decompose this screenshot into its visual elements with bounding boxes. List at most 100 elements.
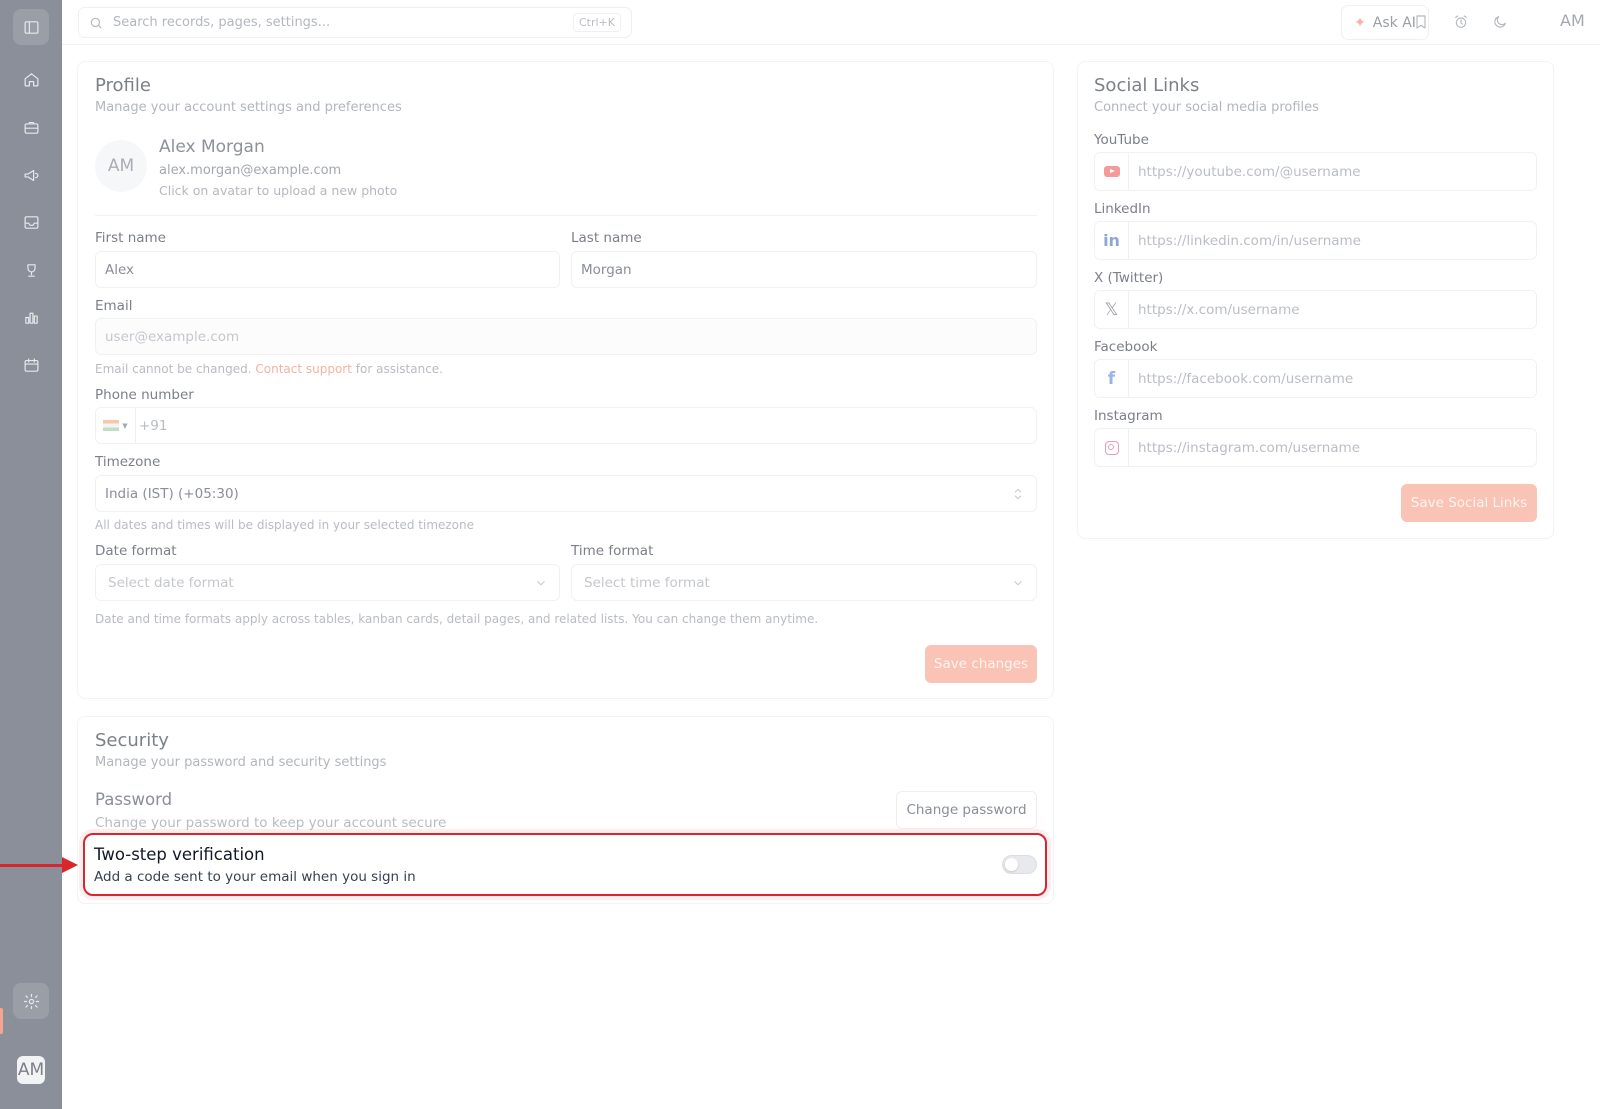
last-name-input[interactable]: Morgan [571, 251, 1037, 288]
last-name-value: Morgan [581, 261, 632, 278]
bookmark-icon[interactable] [1411, 12, 1431, 32]
twitter-label: X (Twitter) [1094, 270, 1164, 286]
profile-subtitle: Manage your account settings and prefere… [95, 100, 402, 115]
email-hint-prefix: Email cannot be changed. [95, 362, 252, 376]
moon-icon[interactable] [1490, 12, 1510, 32]
gear-icon[interactable] [13, 983, 49, 1019]
megaphone-icon[interactable] [13, 157, 49, 193]
instagram-input[interactable]: https://instagram.com/username [1094, 428, 1537, 467]
chevron-down-icon: ▼ [122, 421, 128, 430]
facebook-icon: f [1095, 360, 1129, 397]
social-subtitle: Connect your social media profiles [1094, 100, 1319, 115]
toggle-knob [1005, 858, 1018, 871]
email-input: user@example.com [95, 318, 1037, 355]
date-format-placeholder: Select date format [108, 574, 234, 591]
first-name-value: Alex [105, 261, 135, 278]
youtube-placeholder: https://youtube.com/@username [1138, 163, 1361, 180]
email-hint: Email cannot be changed. Contact support… [95, 362, 443, 376]
india-flag-icon [103, 420, 120, 431]
facebook-label: Facebook [1094, 339, 1158, 355]
email-hint-suffix: for assistance. [355, 362, 443, 376]
timezone-select[interactable]: India (IST) (+05:30) [95, 475, 1037, 512]
format-hint: Date and time formats apply across table… [95, 612, 819, 626]
user-avatar[interactable]: AM [1560, 11, 1585, 30]
facebook-placeholder: https://facebook.com/username [1138, 370, 1354, 387]
facebook-input[interactable]: f https://facebook.com/username [1094, 359, 1537, 398]
youtube-icon [1095, 153, 1129, 190]
change-password-button[interactable]: Change password [896, 791, 1037, 829]
first-name-input[interactable]: Alex [95, 251, 560, 288]
profile-name: Alex Morgan [159, 137, 265, 157]
x-icon: 𝕏 [1095, 291, 1129, 328]
two-step-title: Two-step verification [94, 845, 265, 864]
linkedin-input[interactable]: in https://linkedin.com/in/username [1094, 221, 1537, 260]
social-links-card: Social Links Connect your social media p… [1077, 61, 1554, 539]
annotation-arrow-head [62, 857, 78, 873]
country-select[interactable]: ▼ [96, 408, 136, 443]
timezone-hint: All dates and times will be displayed in… [95, 518, 475, 532]
twitter-placeholder: https://x.com/username [1138, 301, 1300, 318]
trophy-icon[interactable] [13, 252, 49, 288]
twitter-input[interactable]: 𝕏 https://x.com/username [1094, 290, 1537, 329]
bar-chart-icon[interactable] [13, 299, 49, 335]
time-format-placeholder: Select time format [584, 574, 710, 591]
phone-prefix: +91 [139, 417, 168, 434]
youtube-label: YouTube [1094, 132, 1149, 148]
youtube-input[interactable]: https://youtube.com/@username [1094, 152, 1537, 191]
date-format-select[interactable]: Select date format [95, 564, 560, 601]
save-changes-button[interactable]: Save changes [925, 645, 1037, 683]
two-step-verification-row [83, 833, 1047, 896]
calendar-icon[interactable] [13, 347, 49, 383]
social-title: Social Links [1094, 75, 1200, 96]
briefcase-icon[interactable] [13, 109, 49, 145]
active-indicator [0, 1008, 3, 1034]
timezone-value: India (IST) (+05:30) [105, 485, 239, 502]
linkedin-placeholder: https://linkedin.com/in/username [1138, 232, 1361, 249]
annotation-arrow-line [0, 864, 66, 867]
sidebar-toggle-icon[interactable] [13, 9, 49, 45]
sparkle-icon: ✦ [1354, 14, 1366, 31]
two-step-toggle[interactable] [1002, 855, 1037, 874]
profile-card: Profile Manage your account settings and… [77, 61, 1054, 699]
password-title: Password [95, 790, 173, 809]
timezone-label: Timezone [95, 454, 161, 470]
security-title: Security [95, 730, 169, 751]
search-input[interactable]: Search records, pages, settings... Ctrl+… [78, 7, 632, 38]
two-step-subtitle: Add a code sent to your email when you s… [94, 869, 416, 885]
divider [95, 215, 1037, 216]
time-format-label: Time format [571, 543, 654, 559]
inbox-icon[interactable] [13, 204, 49, 240]
password-subtitle: Change your password to keep your accoun… [95, 815, 447, 831]
security-subtitle: Manage your password and security settin… [95, 755, 387, 770]
time-format-select[interactable]: Select time format [571, 564, 1037, 601]
profile-email: alex.morgan@example.com [159, 163, 342, 178]
date-format-label: Date format [95, 543, 177, 559]
linkedin-icon: in [1095, 222, 1129, 259]
topbar: Search records, pages, settings... Ctrl+… [62, 0, 1600, 45]
sidebar: AM [0, 0, 62, 1109]
chevron-down-icon [1014, 580, 1022, 586]
first-name-label: First name [95, 230, 166, 246]
profile-title: Profile [95, 75, 151, 96]
chevron-updown-icon [1014, 488, 1022, 500]
last-name-label: Last name [571, 230, 642, 246]
phone-input[interactable]: ▼ +91 [95, 407, 1037, 444]
save-social-links-button[interactable]: Save Social Links [1401, 484, 1537, 522]
chevron-down-icon [537, 580, 545, 586]
search-placeholder: Search records, pages, settings... [113, 15, 331, 30]
search-icon [90, 17, 102, 29]
alarm-clock-icon[interactable] [1451, 12, 1471, 32]
phone-label: Phone number [95, 387, 194, 403]
sidebar-avatar[interactable]: AM [17, 1056, 45, 1084]
ask-ai-label: Ask AI [1372, 14, 1416, 31]
instagram-placeholder: https://instagram.com/username [1138, 439, 1361, 456]
home-icon[interactable] [13, 61, 49, 97]
avatar-hint: Click on avatar to upload a new photo [159, 183, 398, 198]
search-shortcut: Ctrl+K [572, 13, 621, 32]
linkedin-label: LinkedIn [1094, 201, 1151, 217]
contact-support-link[interactable]: Contact support [255, 362, 352, 376]
instagram-icon [1095, 429, 1129, 466]
profile-avatar[interactable]: AM [95, 140, 147, 192]
email-label: Email [95, 298, 133, 314]
instagram-label: Instagram [1094, 408, 1163, 424]
